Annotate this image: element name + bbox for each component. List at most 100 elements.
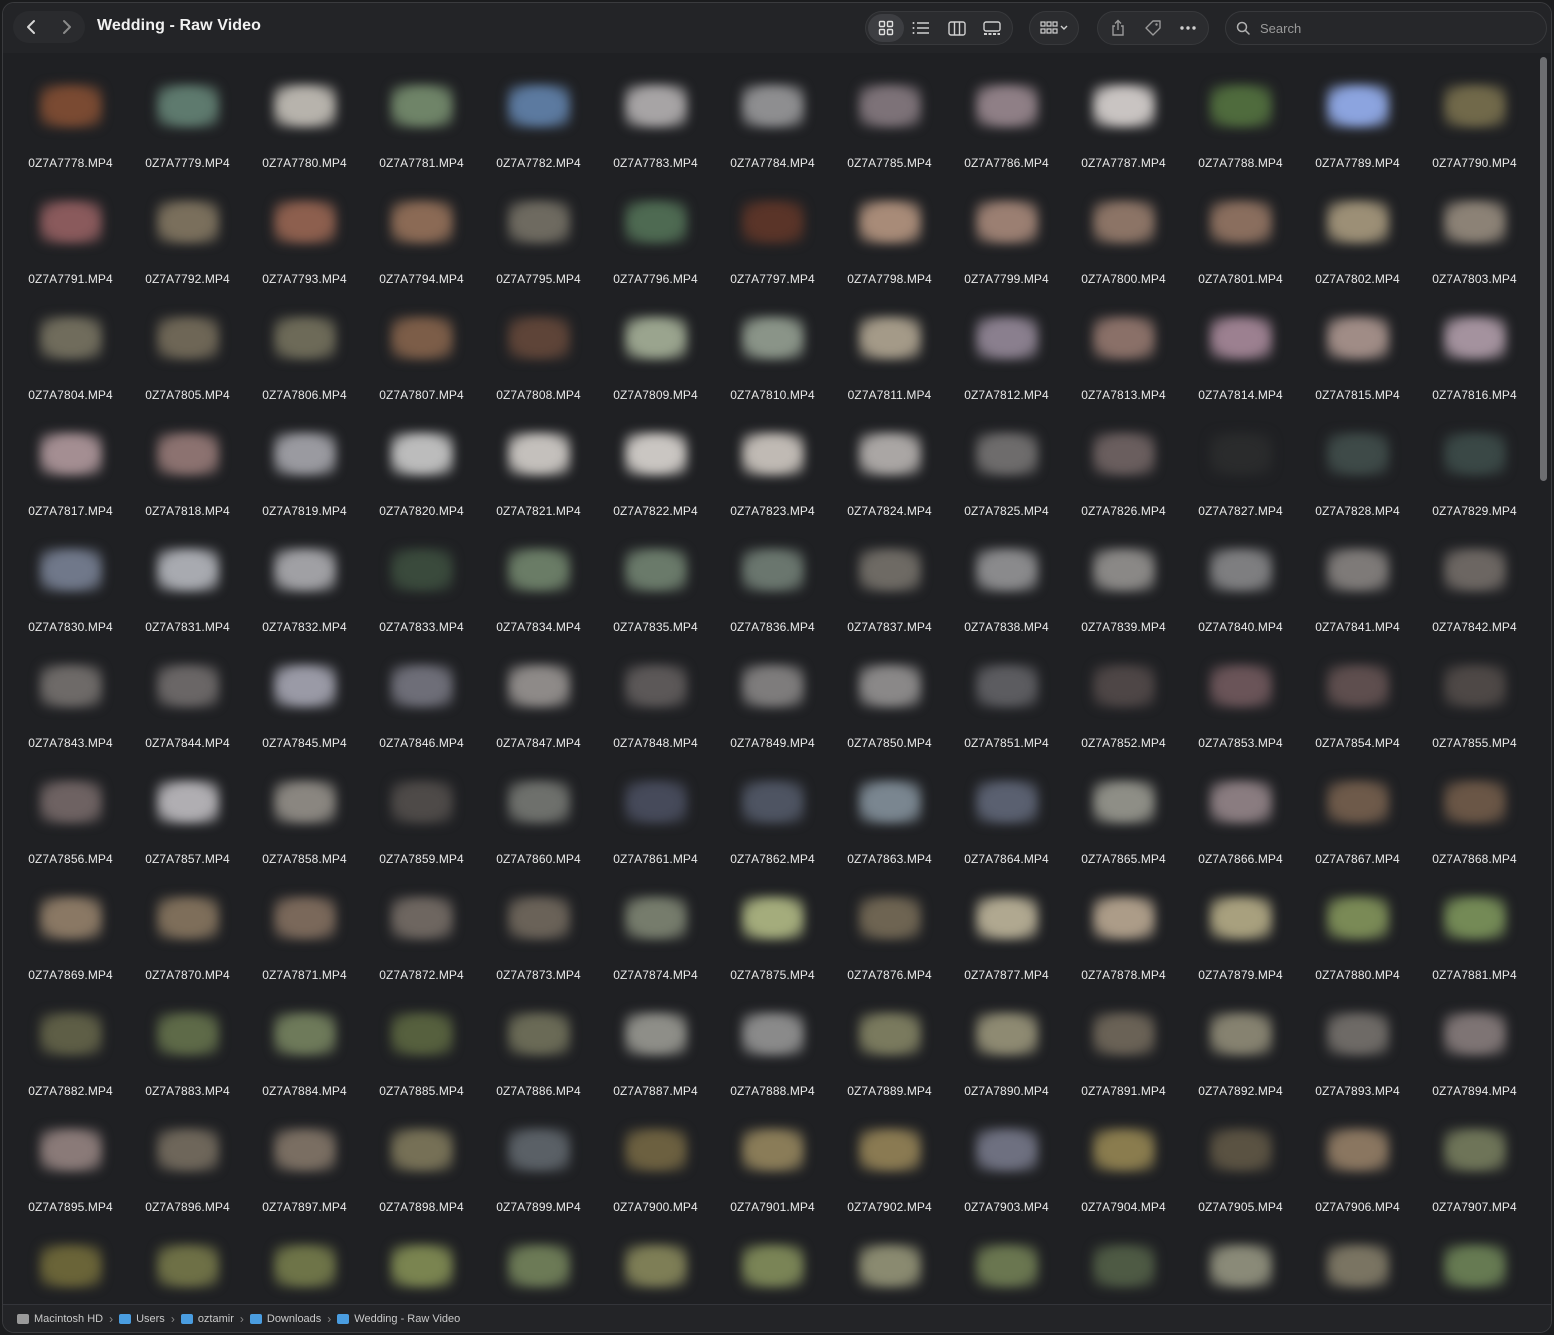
file-item[interactable]: 0Z7A7881.MP4 [1416, 890, 1533, 1006]
file-item[interactable]: 0Z7A7779.MP4 [129, 78, 246, 194]
file-item[interactable]: 0Z7A7887.MP4 [597, 1006, 714, 1122]
file-item[interactable]: 0Z7A7786.MP4 [948, 78, 1065, 194]
file-item[interactable] [714, 1238, 831, 1305]
file-item[interactable]: 0Z7A7906.MP4 [1299, 1122, 1416, 1238]
file-item[interactable]: 0Z7A7897.MP4 [246, 1122, 363, 1238]
group-by-button[interactable] [1029, 11, 1079, 45]
more-button[interactable] [1171, 14, 1206, 42]
file-item[interactable] [1299, 1238, 1416, 1305]
file-item[interactable]: 0Z7A7867.MP4 [1299, 774, 1416, 890]
path-crumb[interactable]: Downloads [249, 1313, 321, 1325]
file-item[interactable]: 0Z7A7891.MP4 [1065, 1006, 1182, 1122]
file-item[interactable]: 0Z7A7780.MP4 [246, 78, 363, 194]
file-item[interactable]: 0Z7A7792.MP4 [129, 194, 246, 310]
file-item[interactable]: 0Z7A7800.MP4 [1065, 194, 1182, 310]
tag-button[interactable] [1135, 14, 1170, 42]
file-item[interactable]: 0Z7A7814.MP4 [1182, 310, 1299, 426]
file-item[interactable]: 0Z7A7863.MP4 [831, 774, 948, 890]
file-item[interactable]: 0Z7A7899.MP4 [480, 1122, 597, 1238]
file-item[interactable]: 0Z7A7890.MP4 [948, 1006, 1065, 1122]
file-item[interactable]: 0Z7A7798.MP4 [831, 194, 948, 310]
file-item[interactable]: 0Z7A7815.MP4 [1299, 310, 1416, 426]
file-item[interactable]: 0Z7A7819.MP4 [246, 426, 363, 542]
icon-view-button[interactable] [868, 14, 904, 42]
file-item[interactable]: 0Z7A7861.MP4 [597, 774, 714, 890]
file-item[interactable]: 0Z7A7864.MP4 [948, 774, 1065, 890]
search-field[interactable] [1225, 11, 1547, 45]
file-item[interactable] [831, 1238, 948, 1305]
file-item[interactable]: 0Z7A7886.MP4 [480, 1006, 597, 1122]
file-item[interactable]: 0Z7A7806.MP4 [246, 310, 363, 426]
file-item[interactable] [363, 1238, 480, 1305]
file-item[interactable]: 0Z7A7820.MP4 [363, 426, 480, 542]
file-item[interactable]: 0Z7A7787.MP4 [1065, 78, 1182, 194]
file-item[interactable] [246, 1238, 363, 1305]
file-item[interactable]: 0Z7A7892.MP4 [1182, 1006, 1299, 1122]
file-item[interactable] [1182, 1238, 1299, 1305]
file-item[interactable]: 0Z7A7870.MP4 [129, 890, 246, 1006]
file-item[interactable]: 0Z7A7778.MP4 [12, 78, 129, 194]
file-item[interactable]: 0Z7A7889.MP4 [831, 1006, 948, 1122]
path-crumb[interactable]: Wedding - Raw Video [337, 1313, 460, 1325]
file-item[interactable] [597, 1238, 714, 1305]
file-item[interactable]: 0Z7A7816.MP4 [1416, 310, 1533, 426]
file-item[interactable]: 0Z7A7791.MP4 [12, 194, 129, 310]
file-item[interactable]: 0Z7A7825.MP4 [948, 426, 1065, 542]
file-item[interactable]: 0Z7A7834.MP4 [480, 542, 597, 658]
file-item[interactable]: 0Z7A7873.MP4 [480, 890, 597, 1006]
file-item[interactable]: 0Z7A7865.MP4 [1065, 774, 1182, 890]
file-item[interactable]: 0Z7A7902.MP4 [831, 1122, 948, 1238]
file-item[interactable]: 0Z7A7841.MP4 [1299, 542, 1416, 658]
file-item[interactable]: 0Z7A7812.MP4 [948, 310, 1065, 426]
file-item[interactable]: 0Z7A7854.MP4 [1299, 658, 1416, 774]
file-item[interactable]: 0Z7A7851.MP4 [948, 658, 1065, 774]
file-item[interactable]: 0Z7A7837.MP4 [831, 542, 948, 658]
list-view-button[interactable] [904, 14, 940, 42]
file-item[interactable]: 0Z7A7849.MP4 [714, 658, 831, 774]
file-item[interactable]: 0Z7A7876.MP4 [831, 890, 948, 1006]
path-crumb[interactable]: oztamir [180, 1313, 234, 1325]
back-button[interactable] [15, 13, 47, 41]
share-button[interactable] [1100, 14, 1135, 42]
file-item[interactable]: 0Z7A7783.MP4 [597, 78, 714, 194]
file-item[interactable]: 0Z7A7882.MP4 [12, 1006, 129, 1122]
file-item[interactable]: 0Z7A7901.MP4 [714, 1122, 831, 1238]
file-item[interactable]: 0Z7A7856.MP4 [12, 774, 129, 890]
file-item[interactable]: 0Z7A7907.MP4 [1416, 1122, 1533, 1238]
file-item[interactable]: 0Z7A7797.MP4 [714, 194, 831, 310]
file-item[interactable]: 0Z7A7898.MP4 [363, 1122, 480, 1238]
file-item[interactable]: 0Z7A7808.MP4 [480, 310, 597, 426]
file-item[interactable]: 0Z7A7802.MP4 [1299, 194, 1416, 310]
file-item[interactable]: 0Z7A7884.MP4 [246, 1006, 363, 1122]
file-item[interactable]: 0Z7A7842.MP4 [1416, 542, 1533, 658]
file-item[interactable]: 0Z7A7829.MP4 [1416, 426, 1533, 542]
file-item[interactable]: 0Z7A7895.MP4 [12, 1122, 129, 1238]
file-item[interactable]: 0Z7A7845.MP4 [246, 658, 363, 774]
file-item[interactable]: 0Z7A7799.MP4 [948, 194, 1065, 310]
forward-button[interactable] [51, 13, 83, 41]
file-item[interactable]: 0Z7A7883.MP4 [129, 1006, 246, 1122]
file-item[interactable]: 0Z7A7855.MP4 [1416, 658, 1533, 774]
file-item[interactable]: 0Z7A7846.MP4 [363, 658, 480, 774]
file-item[interactable]: 0Z7A7879.MP4 [1182, 890, 1299, 1006]
file-item[interactable]: 0Z7A7823.MP4 [714, 426, 831, 542]
file-item[interactable]: 0Z7A7896.MP4 [129, 1122, 246, 1238]
file-item[interactable]: 0Z7A7860.MP4 [480, 774, 597, 890]
file-item[interactable]: 0Z7A7811.MP4 [831, 310, 948, 426]
file-item[interactable]: 0Z7A7810.MP4 [714, 310, 831, 426]
file-item[interactable]: 0Z7A7894.MP4 [1416, 1006, 1533, 1122]
file-item[interactable]: 0Z7A7832.MP4 [246, 542, 363, 658]
file-item[interactable]: 0Z7A7781.MP4 [363, 78, 480, 194]
file-item[interactable]: 0Z7A7813.MP4 [1065, 310, 1182, 426]
gallery-view-button[interactable] [975, 14, 1011, 42]
file-item[interactable]: 0Z7A7903.MP4 [948, 1122, 1065, 1238]
file-item[interactable]: 0Z7A7784.MP4 [714, 78, 831, 194]
path-crumb[interactable]: Macintosh HD [17, 1313, 103, 1325]
file-item[interactable]: 0Z7A7788.MP4 [1182, 78, 1299, 194]
file-item[interactable]: 0Z7A7838.MP4 [948, 542, 1065, 658]
file-item[interactable]: 0Z7A7827.MP4 [1182, 426, 1299, 542]
vertical-scrollbar[interactable] [1537, 57, 1549, 1305]
file-item[interactable]: 0Z7A7840.MP4 [1182, 542, 1299, 658]
file-item[interactable]: 0Z7A7828.MP4 [1299, 426, 1416, 542]
file-item[interactable]: 0Z7A7868.MP4 [1416, 774, 1533, 890]
